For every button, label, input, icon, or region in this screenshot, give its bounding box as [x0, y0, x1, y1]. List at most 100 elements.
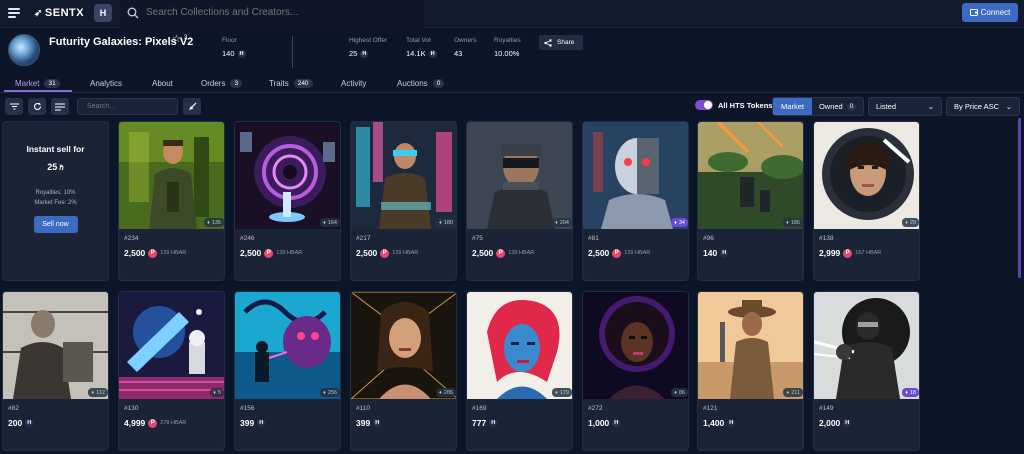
stat-value: 10.00% — [494, 49, 520, 58]
nft-card[interactable]: ♦ 34 #81 2,500 P 139 HBAR — [582, 121, 689, 281]
nft-image: ♦ 86 — [583, 292, 688, 399]
tab-market[interactable]: Market 31 — [15, 76, 60, 90]
token-icon: P — [148, 248, 158, 258]
rarity-rank: 135 — [211, 219, 221, 226]
stat-label: Owners — [454, 37, 477, 44]
tab-label: Market — [15, 78, 40, 88]
gem-icon: ♦ — [786, 219, 789, 226]
nft-id: #75 — [472, 235, 483, 242]
gem-icon: ♦ — [555, 219, 558, 226]
nft-id: #121 — [703, 405, 718, 412]
hts-toggle[interactable]: All HTS Tokens — [695, 100, 772, 110]
nft-card[interactable]: ♦ 18 #149 2,000 H — [813, 291, 920, 451]
hbar-network-icon[interactable]: H — [94, 4, 112, 22]
nft-card[interactable]: ♦ 164 #246 2,500 P 139 HBAR — [234, 121, 341, 281]
nft-card[interactable]: ♦ 204 #75 2,500 P 139 HBAR — [466, 121, 573, 281]
share-label: Share — [557, 39, 575, 46]
hts-toggle-label: All HTS Tokens — [718, 100, 773, 110]
segment-market[interactable]: Market — [773, 98, 812, 115]
price-value: 1,000 — [588, 418, 610, 428]
instant-sell-card: Instant sell for 25 ℏ Royalties: 10% Mark… — [2, 121, 109, 281]
nft-id: #110 — [356, 405, 370, 412]
tab-label: Analytics — [90, 78, 123, 88]
hbar-equivalent: 278 HBAR — [160, 420, 187, 426]
rarity-rank: 5 — [217, 389, 221, 396]
sort-select[interactable]: By Price ASC ⌄ — [946, 97, 1020, 116]
nft-card[interactable]: ♦ 5 #130 4,999 P 278 HBAR — [118, 291, 225, 451]
nft-image: ♦ 112 — [3, 292, 108, 399]
nft-price: 4,999 P 278 HBAR — [124, 418, 186, 428]
hbar-equivalent: 139 HBAR — [624, 250, 651, 256]
nft-card[interactable]: ♦ 112 #82 200 H — [2, 291, 109, 451]
hbar-icon: H — [843, 419, 852, 427]
stat-value: 43 — [454, 49, 463, 58]
sentx-logo[interactable]: ➶ SENTX — [34, 7, 84, 19]
hts-toggle-switch[interactable] — [695, 100, 713, 110]
filter-button[interactable] — [5, 98, 23, 115]
tab-about[interactable]: About — [152, 76, 173, 90]
nft-card[interactable]: ♦ 211 #121 1,400 H — [697, 291, 804, 451]
global-search-input[interactable] — [146, 7, 416, 18]
nft-price: 2,000 H — [819, 418, 852, 428]
tab-label: Auctions — [397, 78, 428, 88]
listing-status-select[interactable]: Listed ⌄ — [868, 97, 942, 116]
nft-price: 2,999 P 167 HBAR — [819, 248, 881, 258]
gem-icon: ♦ — [91, 389, 95, 396]
hbar-icon: H — [360, 49, 369, 58]
list-view-button[interactable] — [51, 98, 69, 115]
price-value: 140 — [703, 248, 718, 258]
stat-value: 14.1K — [406, 49, 426, 58]
rarity-badge: ♦ 135 — [204, 218, 224, 227]
nft-card[interactable]: ♦ 186 #96 140 H — [697, 121, 804, 281]
nft-image: ♦ 180 — [351, 122, 456, 229]
logo-text: SENTX — [44, 7, 85, 19]
nft-search-input[interactable] — [77, 98, 178, 115]
nft-card[interactable]: ♦ 256 #156 399 H — [234, 291, 341, 451]
nft-id: #149 — [819, 405, 834, 412]
hbar-equivalent: 139 HBAR — [276, 250, 303, 256]
gem-icon: ♦ — [439, 219, 442, 226]
tab-activity[interactable]: Activity — [341, 76, 366, 90]
refresh-button[interactable] — [28, 98, 46, 115]
token-icon: P — [264, 248, 274, 258]
hamburger-menu-icon[interactable] — [8, 8, 20, 18]
sell-now-button[interactable]: Sell now — [33, 216, 78, 233]
favorite-star-icon[interactable]: ☆ — [172, 34, 181, 45]
instant-sell-price: 25 ℏ — [3, 162, 108, 172]
owned-count: 0 — [846, 102, 857, 111]
nft-price: 2,500 P 139 HBAR — [356, 248, 418, 258]
nft-card[interactable]: ♦ 135 #234 2,500 P 139 HBAR — [118, 121, 225, 281]
broom-icon — [188, 102, 196, 110]
gem-icon: ♦ — [674, 389, 677, 396]
rarity-rank: 179 — [559, 389, 569, 396]
nft-card[interactable]: ♦ 265 #110 399 H — [350, 291, 457, 451]
nft-image: ♦ 34 — [583, 122, 688, 229]
token-icon: P — [843, 248, 853, 258]
price-value: 2,500 — [472, 248, 494, 258]
nft-card[interactable]: ♦ 29 #138 2,999 P 167 HBAR — [813, 121, 920, 281]
connect-button[interactable]: Connect — [962, 3, 1018, 22]
favorite-count: 3 — [184, 35, 188, 41]
tab-analytics[interactable]: Analytics — [90, 76, 122, 90]
rarity-badge: ♦ 180 — [436, 218, 456, 227]
rarity-badge: ♦ 204 — [552, 218, 572, 227]
segment-owned[interactable]: Owned 0 — [812, 98, 863, 115]
tab-traits[interactable]: Traits 240 — [269, 76, 313, 90]
tab-auctions[interactable]: Auctions 0 — [397, 76, 445, 90]
nft-image: ♦ 186 — [698, 122, 803, 229]
rarity-badge: ♦ 112 — [88, 388, 108, 397]
nft-card[interactable]: ♦ 86 #272 1,000 H — [582, 291, 689, 451]
nft-price: 2,500 P 139 HBAR — [124, 248, 186, 258]
price-value: 4,999 — [124, 418, 146, 428]
scrollbar[interactable] — [1018, 118, 1021, 278]
header-divider — [292, 36, 293, 68]
chevron-down-icon: ⌄ — [1005, 102, 1012, 111]
tab-label: Orders — [201, 78, 226, 88]
nft-card[interactable]: ♦ 180 #217 2,500 P 139 HBAR — [350, 121, 457, 281]
tab-orders[interactable]: Orders 3 — [201, 76, 243, 90]
share-button[interactable]: Share — [539, 35, 583, 50]
price-value: 200 — [8, 418, 23, 428]
nft-card[interactable]: ♦ 179 #169 777 H — [466, 291, 573, 451]
nft-id: #82 — [8, 405, 19, 412]
sweep-button[interactable] — [183, 98, 201, 115]
